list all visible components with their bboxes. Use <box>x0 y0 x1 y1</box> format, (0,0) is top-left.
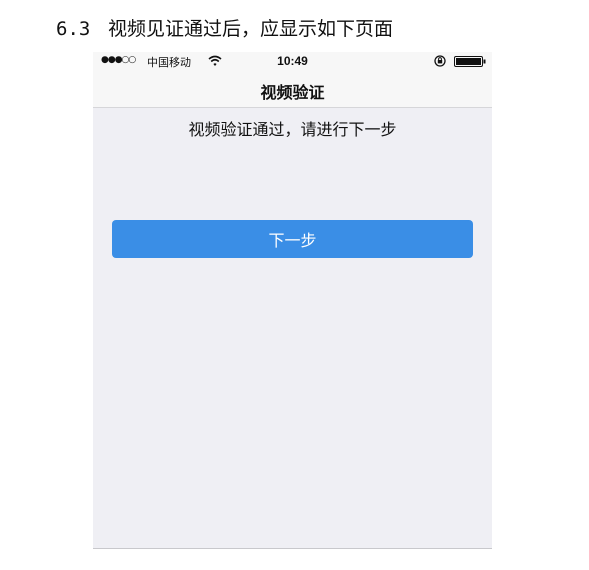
phone-screenshot: ●●●○○ 中国移动 10:49 视频验证 视频验证通过，请进行下一步 下一步 <box>93 52 492 549</box>
battery-icon <box>454 56 486 67</box>
section-heading: 6.3 视频见证通过后，应显示如下页面 <box>56 16 393 42</box>
nav-title: 视频验证 <box>260 83 325 102</box>
status-time: 10:49 <box>277 54 308 68</box>
section-title: 视频见证通过后，应显示如下页面 <box>108 18 394 40</box>
navigation-area: ●●●○○ 中国移动 10:49 视频验证 <box>93 52 492 108</box>
next-step-button[interactable]: 下一步 <box>112 220 473 258</box>
status-bar: ●●●○○ 中国移动 10:49 <box>93 52 492 72</box>
section-number: 6.3 <box>56 18 91 40</box>
orientation-lock-icon <box>434 55 446 67</box>
verification-message: 视频验证通过，请进行下一步 <box>188 120 397 139</box>
